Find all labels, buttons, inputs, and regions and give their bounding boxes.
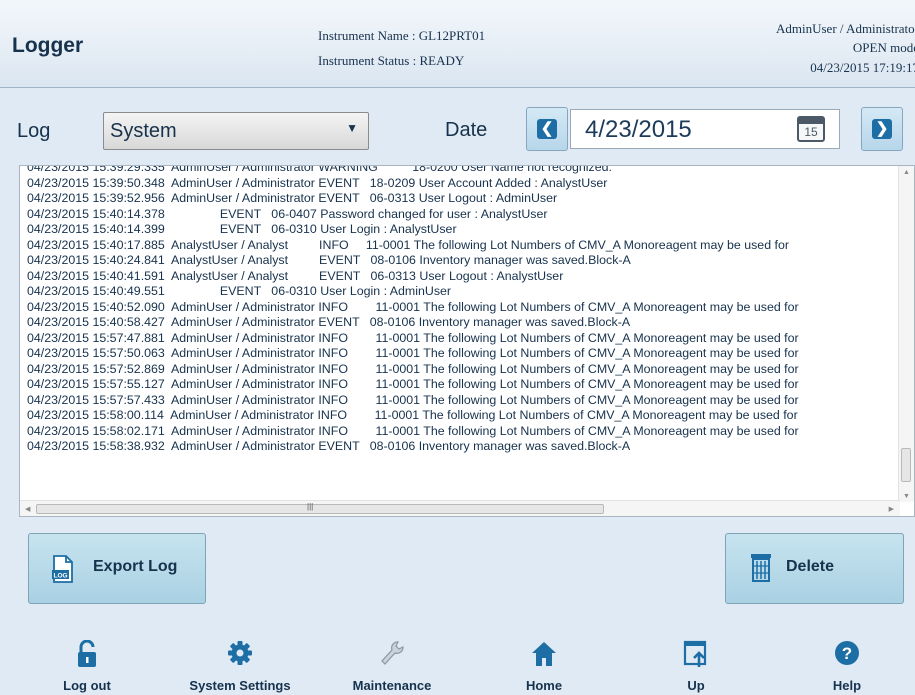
vertical-scroll-thumb[interactable]: [901, 448, 911, 482]
horizontal-scrollbar[interactable]: ◀ ||| ▶: [20, 500, 900, 516]
vertical-scrollbar[interactable]: ▲ ▼: [898, 166, 914, 502]
log-line[interactable]: 04/23/2015 15:40:52.090 AdminUser / Admi…: [27, 300, 896, 316]
calendar-icon[interactable]: 15: [797, 116, 825, 142]
home-icon: [532, 642, 556, 666]
help-nav-button[interactable]: ? Help: [787, 640, 907, 695]
log-type-select[interactable]: System ▼: [103, 112, 369, 150]
log-line[interactable]: 04/23/2015 15:58:02.171 AdminUser / Admi…: [27, 424, 896, 440]
svg-text:LOG: LOG: [54, 573, 68, 580]
logout-label: Log out: [63, 678, 111, 693]
log-line[interactable]: 04/23/2015 15:57:55.127 AdminUser / Admi…: [27, 377, 896, 393]
maintenance-nav-button: Maintenance: [332, 640, 452, 695]
home-nav-button[interactable]: Home: [484, 640, 604, 695]
log-line[interactable]: 04/23/2015 15:40:14.399 EVENT 06-0310 Us…: [27, 222, 896, 238]
trash-bin-icon: [751, 554, 771, 582]
scroll-down-arrow-icon[interactable]: ▼: [903, 493, 910, 500]
date-label: Date: [445, 119, 488, 141]
log-line[interactable]: 04/23/2015 15:40:41.591 AnalystUser / An…: [27, 269, 896, 285]
log-line[interactable]: 04/23/2015 15:40:14.378 EVENT 06-0407 Pa…: [27, 207, 896, 223]
export-log-label: Export Log: [93, 558, 178, 575]
gear-icon: [228, 641, 252, 665]
log-line[interactable]: 04/23/2015 15:39:50.348 AdminUser / Admi…: [27, 176, 896, 192]
scroll-left-arrow-icon[interactable]: ◀: [25, 505, 30, 513]
grip-icon: |||: [307, 502, 314, 511]
log-line[interactable]: 04/23/2015 15:58:00.114 AdminUser / Admi…: [27, 408, 896, 424]
logout-nav-button[interactable]: Log out: [27, 640, 147, 695]
next-date-button[interactable]: ❯: [861, 107, 903, 151]
instrument-status: Instrument Status : READY: [318, 53, 465, 68]
system-settings-label: System Settings: [189, 678, 291, 693]
log-line[interactable]: 04/23/2015 15:40:58.427 AdminUser / Admi…: [27, 315, 896, 331]
log-label: Log: [17, 120, 51, 142]
svg-text:?: ?: [842, 644, 852, 663]
log-line[interactable]: 04/23/2015 15:40:24.841 AnalystUser / An…: [27, 253, 896, 269]
log-line[interactable]: 04/23/2015 15:57:57.433 AdminUser / Admi…: [27, 393, 896, 409]
dropdown-arrow-icon: ▼: [346, 121, 358, 135]
date-value: 4/23/2015: [585, 116, 692, 143]
maintenance-label: Maintenance: [352, 678, 432, 693]
delete-label: Delete: [786, 558, 835, 575]
up-label: Up: [687, 678, 705, 693]
current-datetime: 04/23/2015 17:19:17: [810, 60, 915, 75]
log-line[interactable]: 04/23/2015 15:57:52.869 AdminUser / Admi…: [27, 362, 896, 378]
access-mode: OPEN mode: [852, 40, 915, 55]
export-log-button[interactable]: LOG Export Log: [28, 533, 206, 604]
chevron-left-icon: ❮: [537, 119, 557, 139]
logger-screen: Logger Instrument Name : GL12PRT01 Instr…: [0, 0, 915, 695]
log-line[interactable]: 04/23/2015 15:40:49.551 EVENT 06-0310 Us…: [27, 284, 896, 300]
log-line[interactable]: 04/23/2015 15:39:29.335 AdminUser / Admi…: [27, 166, 896, 176]
horizontal-scroll-thumb[interactable]: |||: [36, 502, 604, 514]
wrench-icon: [381, 641, 404, 665]
page-title: Logger: [12, 34, 84, 57]
system-settings-nav-button[interactable]: System Settings: [180, 640, 300, 695]
date-field[interactable]: 4/23/2015 15: [570, 109, 840, 149]
up-arrow-icon: [683, 640, 707, 667]
log-document-icon: LOG: [52, 555, 73, 583]
log-type-value: System: [110, 120, 177, 142]
log-lines: 04/23/2015 15:39:29.335 AdminUser / Admi…: [27, 166, 896, 455]
log-line[interactable]: 04/23/2015 15:40:17.885 AnalystUser / An…: [27, 238, 896, 254]
help-label: Help: [832, 678, 862, 693]
log-line[interactable]: 04/23/2015 15:57:47.881 AdminUser / Admi…: [27, 331, 896, 347]
delete-button[interactable]: Delete: [725, 533, 904, 604]
log-view[interactable]: 04/23/2015 15:39:29.335 AdminUser / Admi…: [19, 165, 915, 517]
log-line[interactable]: 04/23/2015 15:58:38.932 AdminUser / Admi…: [27, 439, 896, 455]
log-line[interactable]: 04/23/2015 15:39:52.956 AdminUser / Admi…: [27, 191, 896, 207]
up-nav-button[interactable]: Up: [636, 640, 756, 695]
header-bar: Logger Instrument Name : GL12PRT01 Instr…: [0, 0, 915, 88]
scroll-right-arrow-icon[interactable]: ▶: [889, 505, 894, 513]
log-line[interactable]: 04/23/2015 15:57:50.063 AdminUser / Admi…: [27, 346, 896, 362]
instrument-name: Instrument Name : GL12PRT01: [318, 28, 486, 43]
unlock-icon: [78, 640, 96, 667]
previous-date-button[interactable]: ❮: [526, 107, 568, 151]
user-role: AdminUser / Administrator: [776, 21, 915, 36]
home-label: Home: [525, 678, 563, 693]
chevron-right-icon: ❯: [872, 119, 892, 139]
scroll-up-arrow-icon[interactable]: ▲: [903, 169, 910, 176]
question-icon: ?: [835, 641, 859, 665]
